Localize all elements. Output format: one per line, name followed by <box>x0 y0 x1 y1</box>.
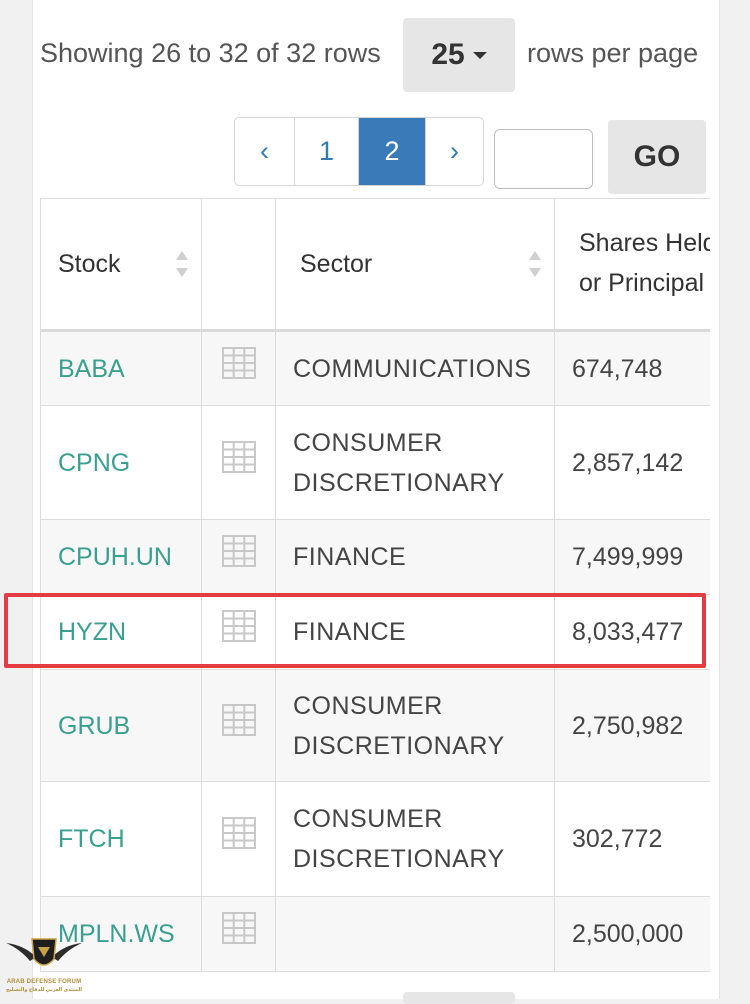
details-cell[interactable] <box>201 405 276 520</box>
sector-column-header[interactable]: Sector <box>275 198 555 332</box>
table-row: MPLN.WS 2,500,000 <box>40 896 710 972</box>
sector-line-2: DISCRETIONARY <box>293 468 505 497</box>
grid-icon[interactable] <box>221 346 256 379</box>
sector-line-1: FINANCE <box>293 543 407 571</box>
page-size-dropdown[interactable]: 25 <box>403 18 515 92</box>
shares-cell: 2,857,142 <box>554 405 710 520</box>
details-cell[interactable] <box>201 781 276 897</box>
details-cell[interactable] <box>201 519 276 595</box>
pagination: ‹ 1 2 › <box>234 117 484 186</box>
table-row: BABA COMMUNICATIONS 674,748 <box>40 330 710 406</box>
stock-link[interactable]: FTCH <box>58 825 125 853</box>
details-cell[interactable] <box>201 896 276 972</box>
details-column-header <box>201 198 276 332</box>
stock-column-header[interactable]: Stock <box>40 198 202 332</box>
stock-link[interactable]: BABA <box>58 355 125 383</box>
table-row: GRUB CONSUMER DISCRETIONARY 2,750,982 <box>40 669 710 782</box>
prev-page-button[interactable]: ‹ <box>235 118 295 185</box>
shares-cell: 2,500,000 <box>554 896 710 972</box>
table-row-highlighted: HYZN FINANCE 8,033,477 <box>40 594 710 670</box>
rows-per-page-text: rows per page <box>527 38 699 68</box>
sort-icon <box>176 251 188 277</box>
details-cell[interactable] <box>201 594 276 670</box>
shares-column-header[interactable]: Shares Held or Principal <box>554 198 710 332</box>
page-size-dropdown-bottom[interactable] <box>403 992 515 1004</box>
shares-cell: 674,748 <box>554 330 710 406</box>
shares-cell: 302,772 <box>554 781 710 897</box>
sector-line-2: DISCRETIONARY <box>293 731 505 760</box>
details-cell[interactable] <box>201 669 276 782</box>
sector-line-1: COMMUNICATIONS <box>293 354 532 383</box>
page-1-button[interactable]: 1 <box>295 118 359 185</box>
stock-table-viewport[interactable]: Stock Sector Shares Held or Principal BA… <box>40 198 710 973</box>
grid-icon[interactable] <box>221 535 256 567</box>
stock-link[interactable]: HYZN <box>58 618 126 646</box>
grid-icon[interactable] <box>221 610 256 642</box>
next-page-button[interactable]: › <box>426 118 483 185</box>
grid-icon[interactable] <box>221 440 256 473</box>
forum-brand-text: ARAB DEFENSE FORUM <box>6 979 82 985</box>
stock-table: Stock Sector Shares Held or Principal BA… <box>40 198 710 972</box>
goto-page-input[interactable] <box>494 129 593 189</box>
showing-rows-text: Showing 26 to 32 of 32 rows <box>40 38 381 68</box>
sector-line-1: CONSUMER <box>293 691 443 720</box>
grid-icon[interactable] <box>221 912 256 944</box>
table-row: CPUH.UN FINANCE 7,499,999 <box>40 519 710 595</box>
caret-down-icon <box>472 51 487 59</box>
shares-cell: 8,033,477 <box>554 594 710 670</box>
table-row: CPNG CONSUMER DISCRETIONARY 2,857,142 <box>40 405 710 520</box>
page-2-button[interactable]: 2 <box>359 118 426 185</box>
stock-link[interactable]: CPUH.UN <box>58 543 172 571</box>
details-cell[interactable] <box>201 330 276 406</box>
sector-line-2: DISCRETIONARY <box>293 845 505 873</box>
grid-icon[interactable] <box>221 817 256 849</box>
stock-link[interactable]: CPNG <box>58 449 130 477</box>
sector-line-1: CONSUMER <box>293 428 443 457</box>
sector-line-1: FINANCE <box>293 618 407 646</box>
stock-link[interactable]: GRUB <box>58 712 130 740</box>
sort-icon <box>529 251 541 277</box>
go-button[interactable]: GO <box>608 120 706 194</box>
forum-logo: ARAB DEFENSE FORUM المنتدى العربي للدفاع… <box>2 935 86 999</box>
forum-tagline-text: المنتدى العربي للدفاع والتسليح <box>5 987 82 993</box>
shares-cell: 7,499,999 <box>554 519 710 595</box>
table-row: FTCH CONSUMER DISCRETIONARY 302,772 <box>40 781 710 897</box>
page-size-value: 25 <box>431 38 465 71</box>
sector-line-1: CONSUMER <box>293 805 443 833</box>
eagle-emblem-icon <box>6 938 82 966</box>
shares-cell: 2,750,982 <box>554 669 710 782</box>
grid-icon[interactable] <box>221 703 256 736</box>
